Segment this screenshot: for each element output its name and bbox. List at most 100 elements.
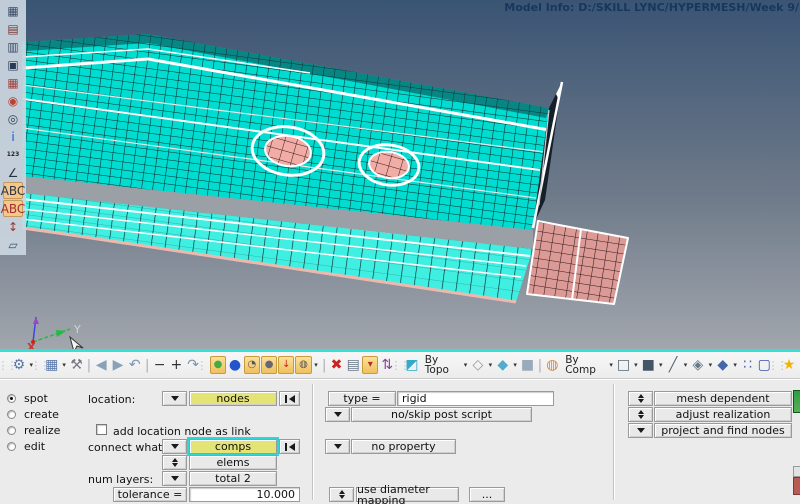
forward-arrow-icon[interactable]: ▶ — [110, 355, 126, 375]
element-color-mode-icon[interactable]: ◍ — [544, 355, 560, 375]
page-layout-icon[interactable]: ▦ — [44, 355, 60, 375]
realize[interactable]: realize — [7, 423, 60, 438]
connect-what-dropdown[interactable] — [162, 439, 187, 454]
organize-icon[interactable]: ▤ — [345, 355, 361, 375]
radio-icon[interactable] — [7, 394, 16, 403]
file-browse-dropdown-icon[interactable]: ▾ — [313, 355, 320, 375]
radio-icon[interactable] — [7, 426, 16, 435]
mesh-shaded-dropdown-icon[interactable]: ▾ — [657, 355, 664, 375]
unmask-all-icon[interactable]: ▣ — [3, 56, 23, 73]
file-browse-icon[interactable]: ◍ — [295, 356, 312, 374]
mesh-wire-dropdown-icon[interactable]: ▾ — [632, 355, 639, 375]
diameter-mapping-switch[interactable] — [329, 487, 354, 502]
visualization-options-icon[interactable]: ∷ — [740, 355, 756, 375]
element-3d-dropdown-icon[interactable]: ▾ — [732, 355, 739, 375]
save-model-icon[interactable]: ● — [261, 356, 278, 374]
by-topo-dropdown-icon[interactable]: ▾ — [462, 355, 469, 375]
mask-icon[interactable]: ▤ — [3, 20, 23, 37]
labels-abc-icon[interactable]: ABC — [1, 182, 25, 199]
type-button[interactable]: type = — [328, 391, 396, 406]
property-dropdown[interactable] — [325, 439, 350, 454]
wrench-icon[interactable]: ⚒ — [69, 355, 85, 375]
option-toggle[interactable] — [628, 423, 653, 438]
geometry-color-mode-icon[interactable]: ◩ — [404, 355, 420, 375]
location-reset-button[interactable] — [279, 391, 300, 406]
option-button[interactable]: mesh dependent — [654, 391, 792, 406]
post-script-button[interactable]: no/skip post script — [351, 407, 532, 422]
mesh-shaded-icon[interactable]: ■ — [640, 355, 656, 375]
connect-what-entity-button[interactable]: comps — [189, 439, 277, 454]
favorites-star-icon[interactable]: ★ — [781, 355, 797, 375]
element-2d-dropdown-icon[interactable]: ▾ — [707, 355, 714, 375]
return-button-sliver[interactable] — [793, 477, 800, 495]
model-info-icon[interactable]: i — [3, 128, 23, 145]
vector-display-icon[interactable]: ↕ — [3, 218, 23, 235]
surface-wire-dropdown-icon[interactable]: ▾ — [487, 355, 494, 375]
radio-icon[interactable] — [7, 410, 16, 419]
type-field[interactable]: rigid — [397, 391, 554, 406]
group-handle: ⋮⋮ — [390, 358, 411, 372]
property-button[interactable]: no property — [351, 439, 456, 454]
diameter-mapping-button[interactable]: use diameter mapping — [356, 484, 459, 504]
num-layers-dropdown[interactable] — [162, 471, 187, 486]
load-recent-icon[interactable]: ◔ — [243, 356, 260, 374]
unmask-adjacent-icon[interactable]: ▥ — [3, 38, 23, 55]
export-solver-icon[interactable]: ↓ — [278, 356, 295, 374]
connect-secondary-switch[interactable] — [162, 455, 187, 470]
feature-line-dropdown-icon[interactable]: ▾ — [682, 355, 689, 375]
radio-icon[interactable] — [7, 442, 16, 451]
by-comp-dropdown-icon[interactable]: ▾ — [608, 355, 615, 375]
surface-wire-icon[interactable]: ◇ — [470, 355, 486, 375]
spherical-clipping-icon[interactable]: ◉ — [3, 92, 23, 109]
element-3d-icon[interactable]: ◆ — [715, 355, 731, 375]
create-button-sliver[interactable] — [793, 390, 800, 413]
mesh-viewport-canvas[interactable]: Y X — [0, 0, 800, 352]
delete-icon[interactable]: ✖ — [329, 355, 345, 375]
zoom-in-icon[interactable]: + — [168, 355, 184, 375]
diameter-mapping-more-button[interactable]: ... — [469, 487, 505, 502]
reverse-display-icon[interactable]: ▦ — [3, 74, 23, 91]
mesh-wire-icon[interactable]: □ — [616, 355, 632, 375]
user-profile-gear-icon[interactable]: ⚙ — [11, 355, 27, 375]
find-entities-icon[interactable]: ◎ — [3, 110, 23, 127]
measure-icon[interactable]: ∠ — [3, 164, 23, 181]
section-cut-icon[interactable]: ▱ — [3, 236, 23, 253]
edit[interactable]: edit — [7, 439, 45, 454]
tolerance-button[interactable]: tolerance = — [113, 487, 187, 502]
main-toolbar: ⋮⋮ ⚙ ▾ ⋮⋮ ▦ ▾ ⚒ | ◀ ▶ ↶ | − + ↷ ⋮⋮ — [0, 352, 800, 379]
connect-what-reset-button[interactable] — [279, 439, 300, 454]
element-2d-icon[interactable]: ◈ — [690, 355, 706, 375]
display-entities-icon[interactable]: ▦ — [3, 2, 23, 19]
zoom-out-icon[interactable]: − — [152, 355, 168, 375]
mode-label: edit — [24, 440, 46, 453]
option-toggle[interactable] — [628, 391, 653, 406]
surface-shaded-icon[interactable]: ◆ — [495, 355, 511, 375]
location-dropdown[interactable] — [162, 391, 187, 406]
include-files-icon[interactable]: ▾ — [362, 356, 379, 374]
numbers-icon[interactable]: 123 — [3, 146, 23, 163]
import-solver-icon[interactable]: ● — [227, 355, 243, 375]
feature-line-icon[interactable]: ╱ — [665, 355, 681, 375]
open-model-icon[interactable]: ● — [209, 356, 227, 374]
add-link-checkbox[interactable] — [96, 424, 107, 435]
undo-icon[interactable]: ↶ — [127, 355, 143, 375]
create[interactable]: create — [7, 407, 59, 422]
option-button[interactable]: adjust realization — [654, 407, 792, 422]
tolerance-field[interactable]: 10.000 — [189, 487, 300, 502]
labels-abc-off-icon[interactable]: ABC — [1, 200, 25, 217]
page-layout-dropdown-icon[interactable]: ▾ — [61, 355, 68, 375]
by-comp-selector[interactable]: By Comp — [561, 354, 606, 375]
num-layers-button[interactable]: total 2 — [189, 471, 277, 486]
reject-button-sliver[interactable] — [793, 466, 800, 477]
graphics-area[interactable]: Y X Model Info: D:/SKILL LYNC/HYPERMESH/… — [0, 0, 800, 352]
by-topo-selector[interactable]: By Topo — [421, 354, 461, 375]
spot[interactable]: spot — [7, 391, 48, 406]
connect-secondary-button[interactable]: elems — [189, 455, 277, 470]
location-entity-button[interactable]: nodes — [189, 391, 277, 406]
post-script-dropdown[interactable] — [325, 407, 350, 422]
option-button[interactable]: project and find nodes — [654, 423, 792, 438]
option-toggle[interactable] — [628, 407, 653, 422]
back-arrow-icon[interactable]: ◀ — [93, 355, 109, 375]
surface-shaded-dropdown-icon[interactable]: ▾ — [512, 355, 519, 375]
solid-shaded-icon[interactable]: ■ — [520, 355, 536, 375]
